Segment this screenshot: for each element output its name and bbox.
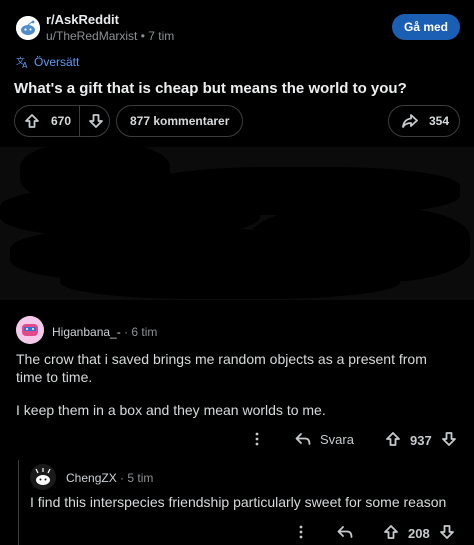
thread-line[interactable] <box>18 460 19 545</box>
reply-label: Svara <box>320 431 354 447</box>
upvote-button[interactable] <box>384 430 402 448</box>
reply-icon <box>295 433 311 445</box>
redacted-post-image <box>0 143 474 300</box>
downvote-button[interactable] <box>87 112 105 130</box>
post-title[interactable]: What's a gift that is cheap but means th… <box>14 80 460 97</box>
comments-button[interactable]: 877 kommentarer <box>116 105 244 137</box>
arrow-down-icon <box>89 114 103 128</box>
downvote-button[interactable] <box>440 430 458 448</box>
more-vertical-icon <box>255 432 259 446</box>
more-vertical-icon <box>299 525 303 539</box>
arrow-down-icon <box>442 432 456 446</box>
share-count: 354 <box>429 114 450 128</box>
avatar[interactable] <box>30 464 56 490</box>
avatar-icon <box>16 316 44 344</box>
comment-meta: ChengZX · 5 tim <box>66 471 153 485</box>
redaction-scribble <box>140 167 460 215</box>
svg-text:A: A <box>22 61 28 69</box>
comment-body-line: I keep them in a box and they mean world… <box>16 402 326 418</box>
comment-actions: 208 <box>30 521 458 545</box>
avatar[interactable] <box>16 316 44 344</box>
translate-label: Översätt <box>34 55 80 69</box>
comment-time: 5 tim <box>127 471 154 485</box>
upvote-button[interactable] <box>23 112 41 130</box>
post-time: 7 tim <box>148 29 175 43</box>
share-button[interactable]: 354 <box>388 105 460 137</box>
comment-body-line: The crow that i saved brings me random o… <box>16 351 427 385</box>
join-button[interactable]: Gå med <box>391 14 460 40</box>
arrow-up-icon <box>25 114 39 128</box>
post-header: r/AskReddit u/TheRedMarxist • 7 tim Gå m… <box>14 12 460 46</box>
reply-button[interactable] <box>336 523 354 541</box>
comment-vote-count: 937 <box>410 433 432 448</box>
comment-time: 6 tim <box>131 325 158 339</box>
post-author[interactable]: u/TheRedMarxist <box>46 29 137 43</box>
upvote-button[interactable] <box>382 523 400 541</box>
translate-link[interactable]: 文 A Översätt <box>16 55 79 69</box>
comments-label: 877 kommentarer <box>130 114 230 128</box>
snoo-icon <box>16 16 40 40</box>
arrow-up-icon <box>386 432 400 446</box>
comment-author[interactable]: Higanbana_- <box>52 325 121 339</box>
post-vote-count: 670 <box>51 114 72 128</box>
reply-button[interactable]: Svara <box>294 430 354 448</box>
arrow-up-icon <box>384 525 398 539</box>
translate-icon: 文 A <box>16 55 28 69</box>
subreddit-name[interactable]: r/AskReddit <box>46 12 119 27</box>
arrow-down-icon <box>440 525 454 539</box>
more-options-button[interactable] <box>292 523 310 541</box>
downvote-button[interactable] <box>438 523 456 541</box>
reply-icon <box>337 526 353 538</box>
post-byline: u/TheRedMarxist • 7 tim <box>46 29 174 43</box>
vote-pill: 670 <box>14 105 110 137</box>
comment-body-line: I find this interspecies friendship part… <box>30 494 447 510</box>
share-arrow-icon <box>402 114 418 128</box>
redaction-scribble <box>60 257 400 299</box>
post-actions: 670 877 kommentarer 354 <box>14 105 460 137</box>
comment-meta: Higanbana_- · 6 tim <box>52 325 157 339</box>
comment-actions: Svara 937 <box>16 428 458 454</box>
avatar-icon <box>30 464 56 490</box>
more-options-button[interactable] <box>248 430 266 448</box>
vote-divider <box>79 106 80 136</box>
comment-vote-count: 208 <box>408 526 430 541</box>
comment-author[interactable]: ChengZX <box>66 471 117 485</box>
subreddit-avatar[interactable] <box>16 16 40 40</box>
